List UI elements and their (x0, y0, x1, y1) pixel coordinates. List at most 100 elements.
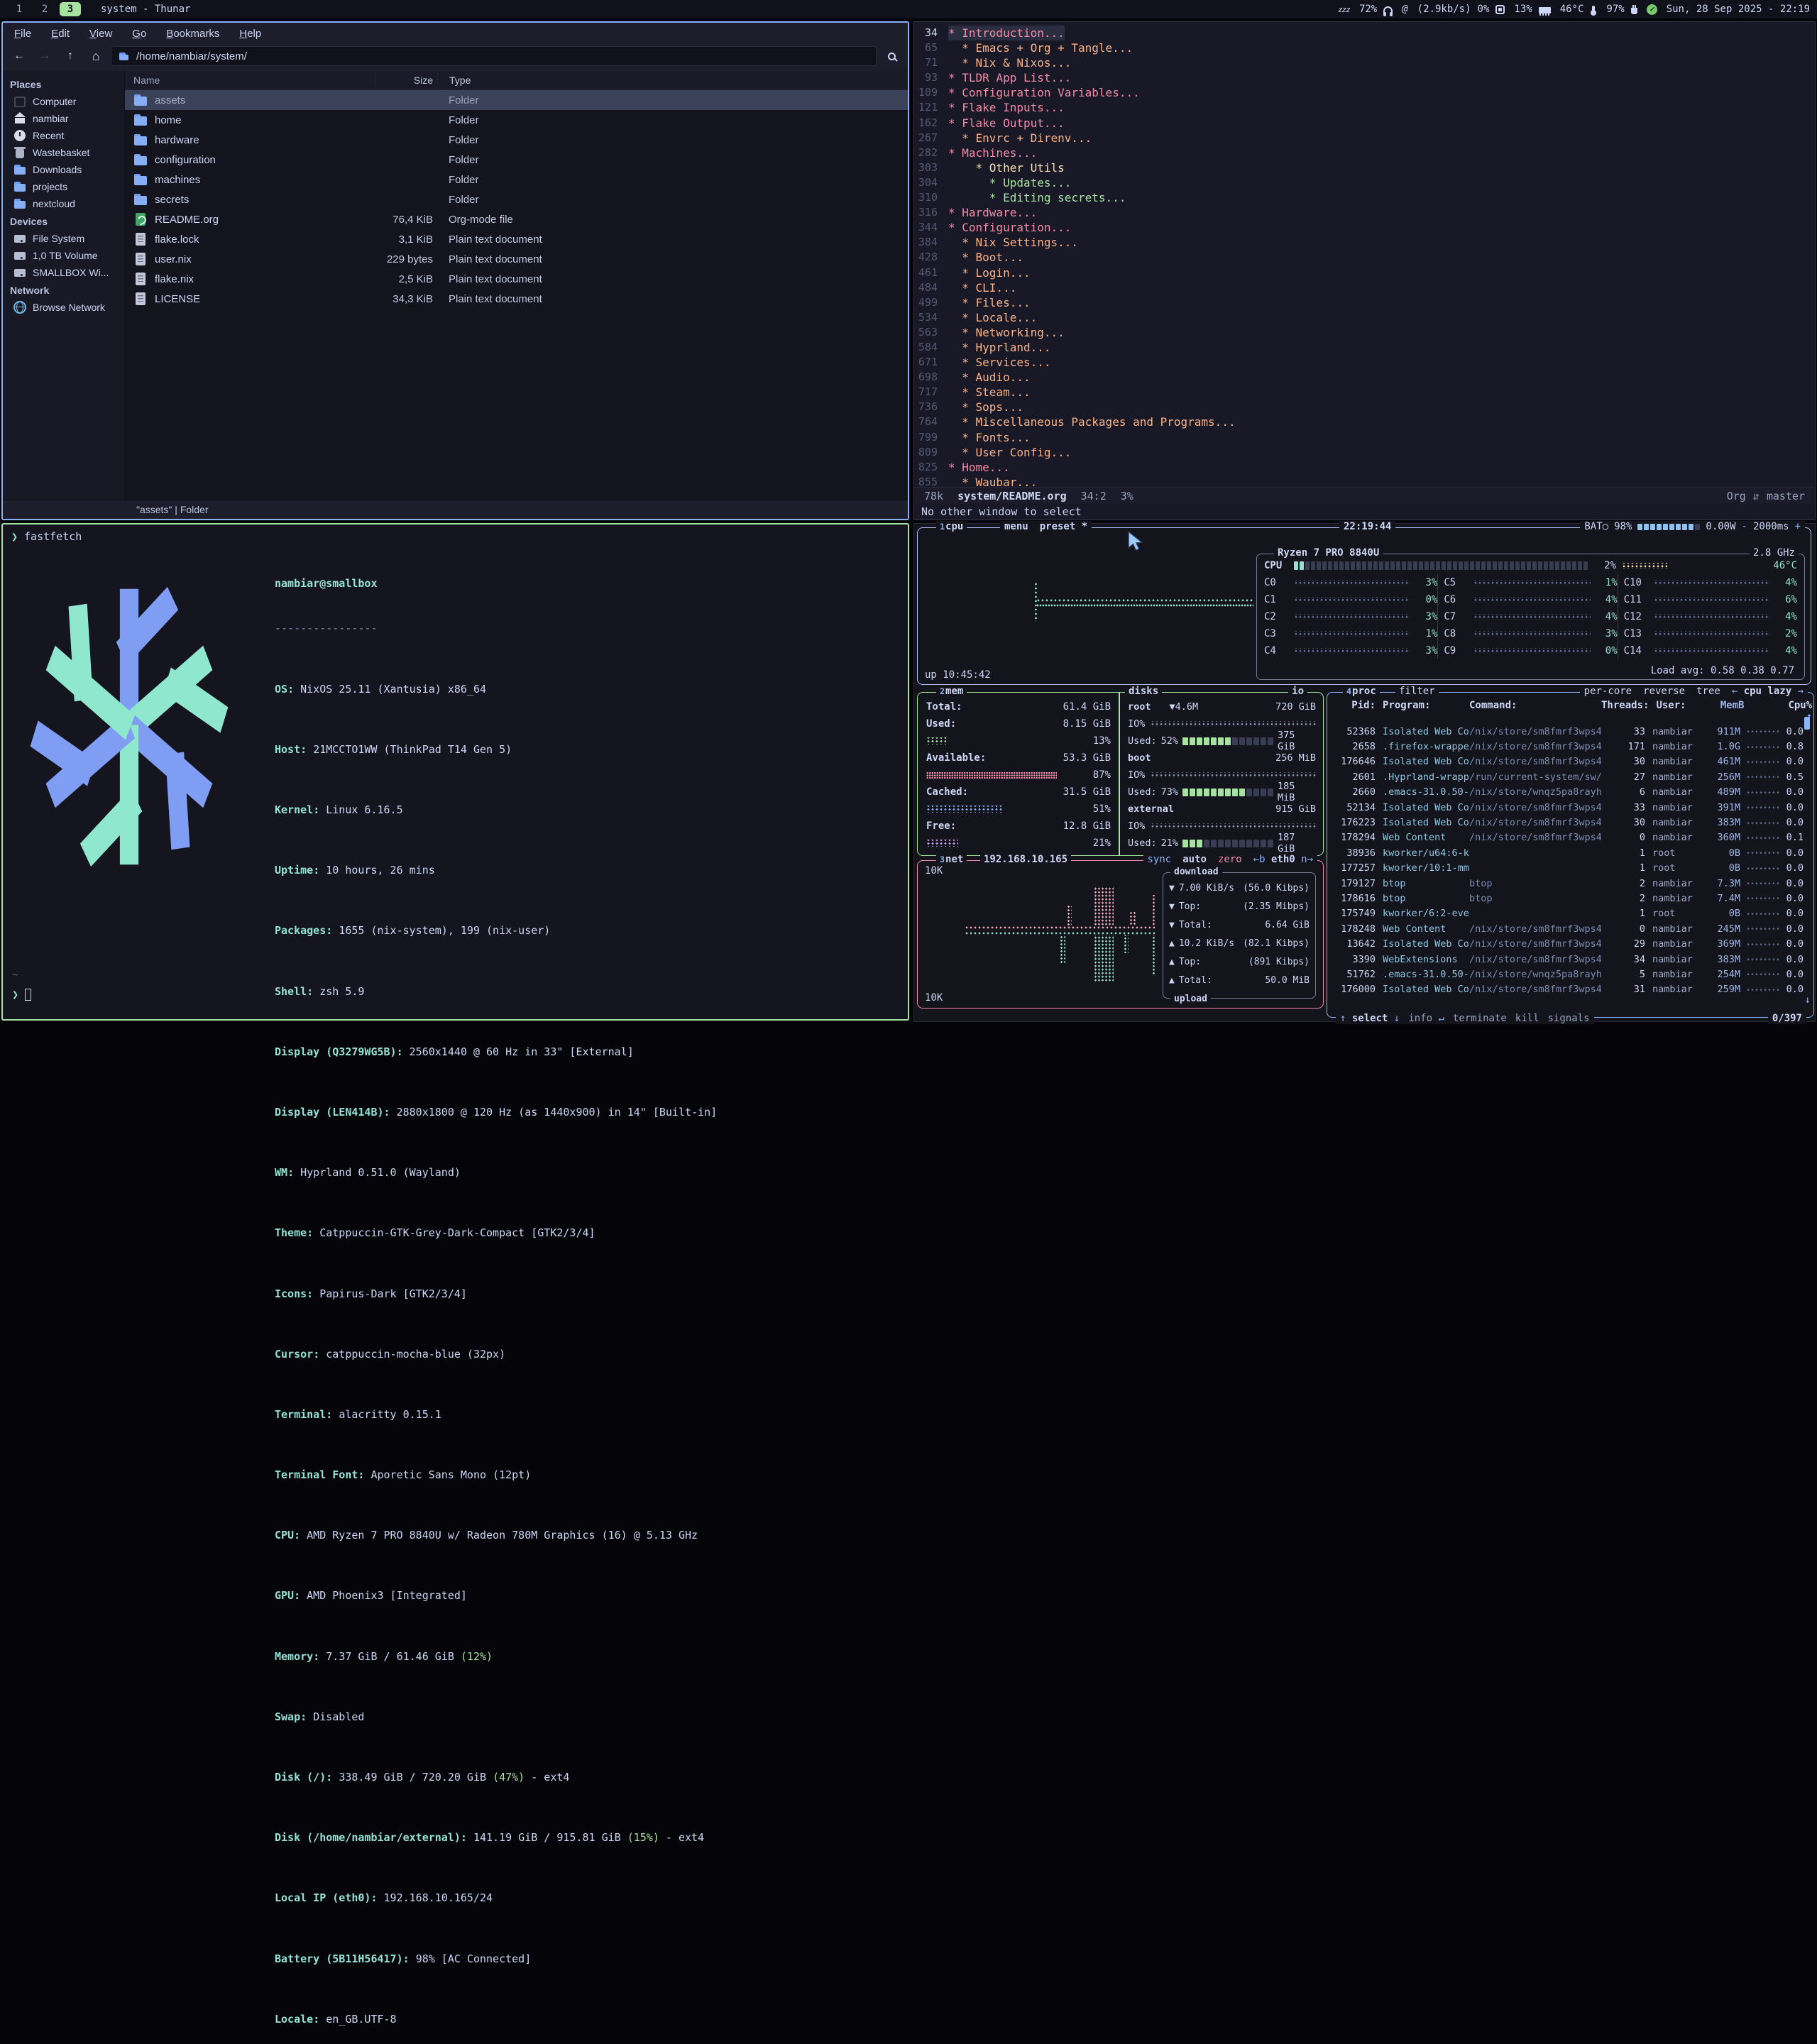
table-row[interactable]: LICENSE 34,3 KiB Plain text document (125, 289, 908, 309)
cpu-panel-label[interactable]: 1cpu (936, 521, 967, 532)
menu-item[interactable]: Edit (51, 28, 70, 40)
menu-item[interactable]: Bookmarks (166, 28, 219, 40)
sidebar-item[interactable]: File System (3, 230, 124, 247)
sidebar-item[interactable]: Wastebasket (3, 144, 124, 161)
sidebar-item[interactable]: nextcloud (3, 195, 124, 212)
trash-icon (13, 146, 26, 159)
process-row[interactable]: 13642 Isolated Web Co /nix/store/sm8fmrf… (1327, 936, 1813, 951)
search-button[interactable] (881, 47, 902, 65)
auto-button[interactable]: auto (1182, 854, 1207, 865)
disks-panel-label[interactable]: disks (1125, 686, 1162, 697)
table-row[interactable]: flake.lock 3,1 KiB Plain text document (125, 229, 908, 249)
menu-button[interactable]: menu (1004, 521, 1028, 532)
sidebar-item[interactable]: Browse Network (3, 299, 124, 316)
table-row[interactable]: configuration Folder (125, 150, 908, 170)
workspace-button[interactable]: 1 (9, 2, 30, 16)
sidebar-item[interactable]: SMALLBOX Wi... (3, 264, 124, 281)
proc-panel-label[interactable]: 4proc (1343, 686, 1380, 697)
home-glyph-icon (92, 49, 100, 64)
table-row[interactable]: README.org 76,4 KiB Org-mode file (125, 209, 908, 229)
proc-scrollbar[interactable] (1804, 717, 1810, 730)
process-row[interactable]: 2658 .firefox-wrappe /nix/store/sm8fmrf3… (1327, 739, 1813, 754)
sidebar-item[interactable]: Downloads (3, 161, 124, 178)
path-bar[interactable]: /home/nambiar/system/ (111, 46, 877, 66)
column-type[interactable]: Type (437, 71, 908, 89)
status-modules: 72% (2.9kb/s) (1338, 4, 1810, 15)
process-row[interactable]: 176223 Isolated Web Co /nix/store/sm8fmr… (1327, 815, 1813, 830)
process-row[interactable]: 178294 Web Content /nix/store/sm8fmrf3wp… (1327, 830, 1813, 845)
process-row[interactable]: 2660 .emacs-31.0.50- /nix/store/wnqz5pa8… (1327, 785, 1813, 800)
zero-button[interactable]: zero (1218, 854, 1242, 865)
table-row[interactable]: home Folder (125, 110, 908, 130)
sync-button[interactable]: sync (1148, 854, 1172, 865)
table-row[interactable]: user.nix 229 bytes Plain text document (125, 249, 908, 269)
info-button[interactable]: info ↵ (1408, 1013, 1444, 1024)
disk-list: root▼4.6M720 GiB IO% Used:52% 375 GiB bo… (1128, 698, 1316, 852)
process-row[interactable]: 3390 WebExtensions /nix/store/sm8fmrf3wp… (1327, 952, 1813, 967)
signals-button[interactable]: signals (1548, 1013, 1590, 1024)
process-row[interactable]: 177257 kworker/10:1-mm_ 1 root 0B 0.0 (1327, 861, 1813, 876)
process-row[interactable]: 52368 Isolated Web Co /nix/store/sm8fmrf… (1327, 724, 1813, 739)
scroll-down-icon[interactable]: ↓ (1805, 994, 1811, 1006)
table-row[interactable]: hardware Folder (125, 130, 908, 150)
workspace-button[interactable]: 3 (60, 2, 81, 16)
mem-panel-label[interactable]: 2mem (936, 686, 967, 697)
fastfetch-entry: Kernel: Linux 6.16.5 (275, 803, 717, 818)
process-row[interactable]: 2601 .Hyprland-wrapp /run/current-system… (1327, 769, 1813, 784)
sidebar-item[interactable]: Computer (3, 93, 124, 110)
process-row[interactable]: 51762 .emacs-31.0.50- /nix/store/wnqz5pa… (1327, 967, 1813, 982)
table-row[interactable]: secrets Folder (125, 189, 908, 209)
nav-button[interactable] (34, 47, 55, 65)
menu-item[interactable]: Go (132, 28, 146, 40)
nav-button[interactable] (85, 47, 106, 65)
folder-icon (13, 180, 26, 193)
menu-item[interactable]: View (89, 28, 112, 40)
terminal-window[interactable]: ❯ fastfetch nambiar@smallbox -----------… (1, 523, 909, 1021)
process-row[interactable]: 38936 kworker/u64:6-kc 1 root 0B 0.0 (1327, 845, 1813, 860)
preset-button[interactable]: preset * (1040, 521, 1087, 532)
org-heading-line: 303 * Other Utils (914, 160, 1815, 175)
process-row[interactable]: 175749 kworker/6:2-even 1 root 0B 0.0 (1327, 906, 1813, 921)
interval-decrease-button[interactable]: - (1742, 521, 1747, 532)
tree-button[interactable]: tree (1696, 686, 1720, 697)
sidebar-item[interactable]: projects (3, 178, 124, 195)
process-row[interactable]: 52134 Isolated Web Co /nix/store/sm8fmrf… (1327, 800, 1813, 815)
nav-button[interactable] (60, 47, 81, 65)
column-size[interactable]: Size (375, 71, 437, 89)
disk-used-meter (1182, 789, 1273, 796)
table-row[interactable]: flake.nix 2,5 KiB Plain text document (125, 269, 908, 289)
net-stat-row: ▲Total:50.0 MiB (1169, 971, 1310, 989)
sidebar-item[interactable]: Recent (3, 127, 124, 144)
process-row[interactable]: 178248 Web Content /nix/store/sm8fmrf3wp… (1327, 921, 1813, 936)
filter-button[interactable]: filter (1395, 686, 1439, 697)
sort-switcher[interactable]: ← cpu lazy → (1732, 686, 1804, 697)
interval-increase-button[interactable]: + (1795, 521, 1801, 532)
process-row[interactable]: 179127 btop btop 2 nambiar 7.3M 0.0 (1327, 876, 1813, 891)
reverse-button[interactable]: reverse (1643, 686, 1685, 697)
table-row[interactable]: assets Folder (125, 90, 908, 110)
menu-item[interactable]: File (14, 28, 31, 40)
status-module (1383, 4, 1395, 15)
nav-button[interactable] (9, 47, 30, 65)
folder-icon (133, 113, 148, 127)
menu-item[interactable]: Help (239, 28, 261, 40)
process-row[interactable]: 178616 btop btop 2 nambiar 7.4M 0.0 (1327, 891, 1813, 906)
table-row[interactable]: machines Folder (125, 170, 908, 189)
org-buffer[interactable]: 34 * Introduction... 65 * Emacs + Org + … (914, 22, 1815, 487)
sidebar-section-network: Network (3, 281, 124, 299)
io-mode-button[interactable]: io (1288, 686, 1307, 697)
iface-switcher[interactable]: ←b eth0 n→ (1253, 854, 1313, 865)
kill-button[interactable]: kill (1515, 1013, 1539, 1024)
process-row[interactable]: 176000 Isolated Web Co /nix/store/sm8fmr… (1327, 982, 1813, 997)
workspace-button[interactable]: 2 (34, 2, 55, 16)
status-bar: "assets" | Folder (3, 500, 908, 519)
sidebar-item[interactable]: 1,0 TB Volume (3, 247, 124, 264)
process-row[interactable]: 176646 Isolated Web Co /nix/store/sm8fmr… (1327, 754, 1813, 769)
per-core-button[interactable]: per-core (1584, 686, 1632, 697)
net-panel-label[interactable]: 3net (936, 854, 967, 865)
column-name[interactable]: Name (125, 75, 375, 86)
terminate-button[interactable]: terminate (1453, 1013, 1507, 1024)
mem-stat: Available:53.3 GiB 87% (926, 749, 1111, 784)
org-heading-line: 310 * Editing secrets... (914, 190, 1815, 205)
sidebar-item[interactable]: nambiar (3, 110, 124, 127)
